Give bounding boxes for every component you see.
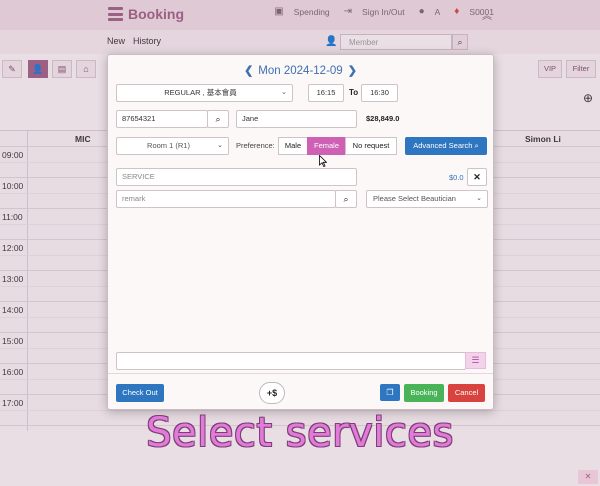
booking-modal: ❮ Mon 2024-12-09 ❯ REGULAR , 基本會員 ⌄ 16:15 … [107, 54, 494, 410]
notes-input[interactable] [116, 352, 466, 370]
preference-label: Preference: [236, 141, 275, 150]
phone-input[interactable]: 87654321 [116, 110, 208, 128]
chevron-down-icon: ⌄ [476, 195, 482, 202]
chevron-right-icon[interactable]: ❯ [348, 65, 357, 77]
mouse-cursor-icon [319, 155, 327, 167]
preference-female-button[interactable]: Female [307, 137, 346, 155]
chevron-down-icon: ⌄ [281, 89, 287, 96]
beautician-select[interactable]: Please Select Beautician ⌄ [366, 190, 488, 208]
balance-value: $28,849.0 [366, 114, 400, 123]
chevron-left-icon[interactable]: ❮ [244, 65, 253, 77]
chevron-down-icon: ⌄ [217, 142, 223, 149]
cancel-button[interactable]: Cancel [448, 384, 485, 402]
search-icon: ⌕ [474, 141, 479, 150]
end-time-input[interactable]: 16:30 [361, 84, 398, 102]
booking-type-value: REGULAR , 基本會員 [164, 88, 237, 97]
add-price-button[interactable]: +$ [259, 382, 285, 404]
to-label: To [349, 88, 359, 97]
advanced-search-label: Advanced Search [413, 141, 473, 150]
start-time-input[interactable]: 16:15 [308, 84, 344, 102]
preference-no-request-button[interactable]: No request [345, 137, 397, 155]
close-icon: ✕ [473, 172, 481, 182]
advanced-search-button[interactable]: Advanced Search ⌕ [405, 137, 487, 155]
room-select[interactable]: Room 1 (R1) ⌄ [116, 137, 229, 155]
search-icon: ⌕ [343, 194, 349, 204]
booking-type-select[interactable]: REGULAR , 基本會員 ⌄ [116, 84, 293, 102]
service-price: $0.0 [449, 173, 464, 182]
check-out-button[interactable]: Check Out [116, 384, 164, 402]
date-navigator: ❮ Mon 2024-12-09 ❯ [108, 64, 493, 77]
service-input[interactable]: SERVICE [116, 168, 357, 186]
remove-service-button[interactable]: ✕ [467, 168, 487, 186]
booking-button[interactable]: Booking [404, 384, 444, 402]
copy-icon[interactable]: ❐ [380, 384, 400, 401]
search-icon: ⌕ [215, 114, 221, 124]
remark-input[interactable]: remark [116, 190, 336, 208]
close-icon[interactable]: ✕ [578, 470, 598, 484]
preference-male-button[interactable]: Male [278, 137, 308, 155]
list-button[interactable]: ☰ [465, 352, 486, 369]
footer-divider [108, 373, 493, 374]
client-name-input[interactable]: Jane [236, 110, 357, 128]
list-icon: ☰ [471, 355, 480, 365]
phone-search-button[interactable]: ⌕ [207, 110, 229, 128]
room-value: Room 1 (R1) [147, 141, 190, 150]
caption-overlay: Select services [146, 410, 454, 456]
date-label: Mon 2024-12-09 [258, 65, 343, 77]
remark-search-button[interactable]: ⌕ [335, 190, 357, 208]
beautician-value: Please Select Beautician [373, 194, 456, 203]
